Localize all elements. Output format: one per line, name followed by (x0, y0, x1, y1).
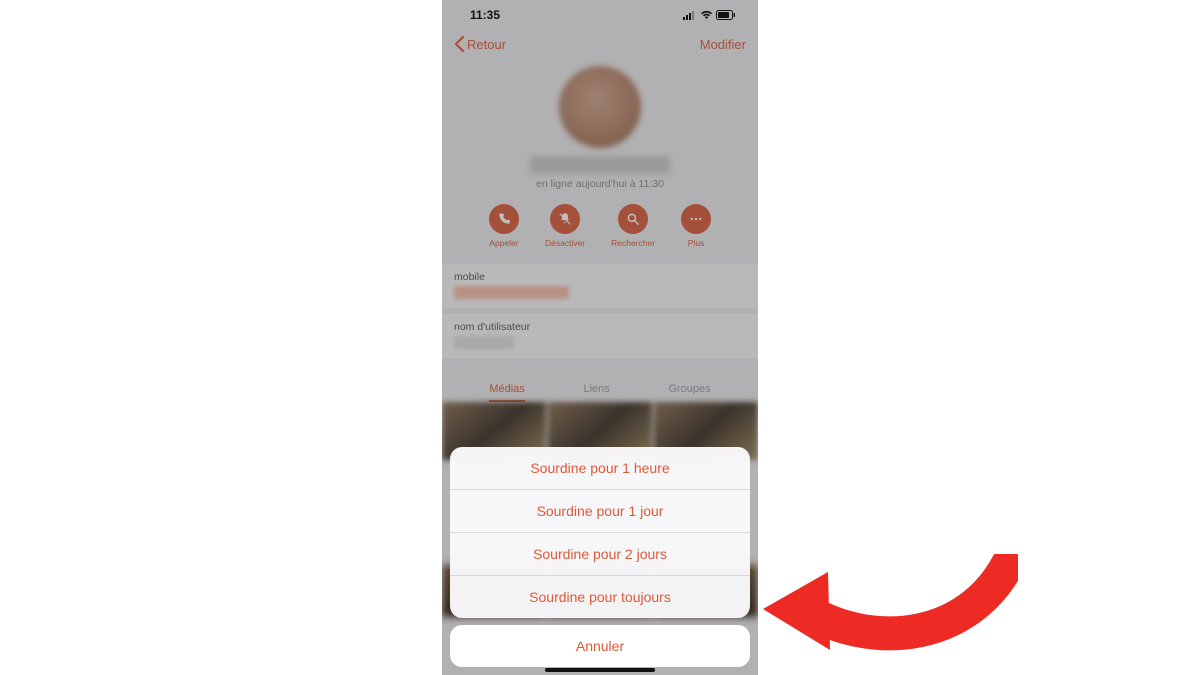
avatar[interactable] (559, 66, 641, 148)
mute-1-day-option[interactable]: Sourdine pour 1 jour (450, 490, 750, 533)
more-icon (689, 212, 703, 226)
back-button[interactable]: Retour (454, 36, 506, 52)
call-label: Appeler (489, 238, 518, 248)
username-section[interactable]: nom d'utilisateur (442, 314, 758, 358)
search-button[interactable]: Rechercher (611, 204, 655, 248)
chevron-left-icon (454, 36, 465, 52)
mute-1-hour-option[interactable]: Sourdine pour 1 heure (450, 447, 750, 490)
tabs: Médias Liens Groupes (442, 374, 758, 402)
phone-icon (497, 212, 511, 226)
status-time: 11:35 (470, 8, 500, 22)
mute-button[interactable]: Désactiver (545, 204, 585, 248)
search-label: Rechercher (611, 238, 655, 248)
callout-arrow (758, 554, 1018, 664)
mobile-value (454, 286, 569, 299)
mobile-label: mobile (454, 271, 746, 283)
status-bar: 11:35 (442, 0, 758, 26)
more-label: Plus (688, 238, 705, 248)
mobile-section[interactable]: mobile (442, 264, 758, 308)
home-indicator[interactable] (545, 668, 655, 672)
wifi-icon (700, 10, 713, 20)
nav-bar: Retour Modifier (442, 26, 758, 62)
phone-screen: 11:35 Retour Modifier en ligne aujourd'h… (442, 0, 758, 675)
tab-groups[interactable]: Groupes (668, 383, 710, 395)
edit-button[interactable]: Modifier (700, 37, 746, 52)
back-label: Retour (467, 37, 506, 52)
tab-links[interactable]: Liens (583, 383, 609, 395)
call-button[interactable]: Appeler (489, 204, 519, 248)
tab-media[interactable]: Médias (489, 383, 524, 395)
contact-name (530, 156, 670, 174)
mute-2-days-option[interactable]: Sourdine pour 2 jours (450, 533, 750, 576)
mute-forever-option[interactable]: Sourdine pour toujours (450, 576, 750, 618)
status-icons (683, 10, 736, 20)
mute-label: Désactiver (545, 238, 585, 248)
action-sheet: Sourdine pour 1 heure Sourdine pour 1 jo… (442, 447, 758, 675)
search-icon (626, 212, 640, 226)
battery-icon (716, 10, 736, 20)
username-value (454, 336, 514, 349)
signal-icon (683, 10, 697, 20)
action-row: Appeler Désactiver Rechercher Plus (442, 204, 758, 248)
more-button[interactable]: Plus (681, 204, 711, 248)
cancel-button[interactable]: Annuler (450, 625, 750, 667)
username-label: nom d'utilisateur (454, 321, 746, 333)
presence-text: en ligne aujourd'hui à 11:30 (442, 178, 758, 190)
bell-off-icon (558, 212, 572, 226)
